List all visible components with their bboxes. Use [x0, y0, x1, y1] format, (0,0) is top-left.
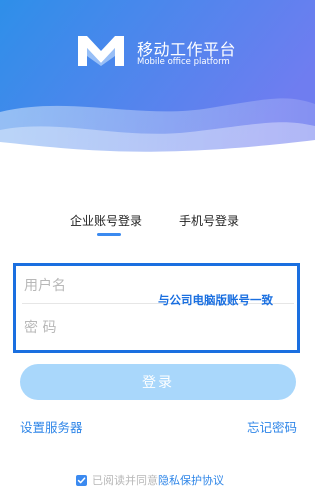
checkmark-icon — [77, 476, 86, 483]
server-settings-link[interactable]: 设置服务器 — [20, 417, 83, 436]
login-button[interactable]: 登录 — [20, 364, 296, 400]
app-subtitle: Mobile office platform — [137, 57, 230, 67]
m-logo-icon — [78, 36, 124, 66]
agreement-text: 已阅读并同意 — [92, 474, 158, 487]
agreement-row: 已阅读并同意 隐私保护协议 — [76, 472, 224, 488]
agreement-checkbox[interactable] — [76, 474, 87, 486]
forgot-password-link[interactable]: 忘记密码 — [247, 417, 297, 436]
password-field-wrapper — [22, 310, 294, 346]
password-input[interactable] — [22, 310, 294, 346]
privacy-policy-link[interactable]: 隐私保护协议 — [158, 472, 224, 488]
header-background — [0, 0, 315, 165]
login-tabs: 企业账号登录 手机号登录 — [0, 212, 315, 242]
header-banner: 移动工作平台 Mobile office platform — [0, 0, 315, 165]
active-tab-indicator — [97, 233, 121, 236]
account-hint-annotation: 与公司电脑版账号一致 — [158, 293, 273, 307]
tab-phone-login[interactable]: 手机号登录 — [179, 212, 239, 229]
tab-enterprise-login[interactable]: 企业账号登录 — [70, 212, 142, 229]
